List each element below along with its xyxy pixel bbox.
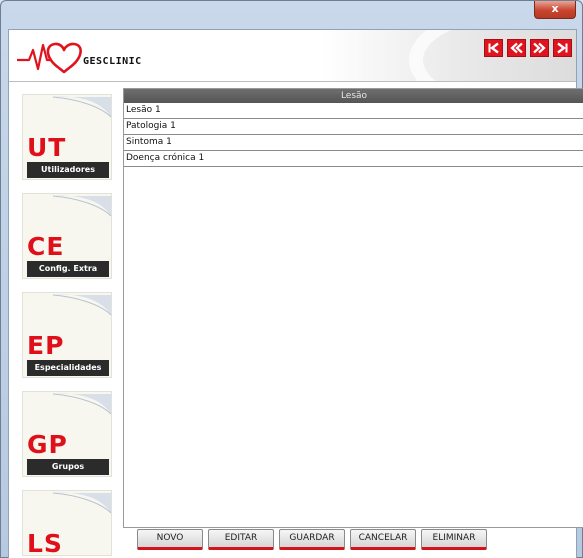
brand-name: GESCLINIC: [83, 56, 142, 67]
grid-row[interactable]: Sintoma 1: [124, 135, 583, 151]
record-navigation: [484, 39, 572, 57]
last-record-button[interactable]: [553, 39, 572, 57]
sidebar-item-utilizadores[interactable]: UT Utilizadores: [22, 94, 112, 180]
sidebar-item-label: Config. Extra: [27, 261, 109, 277]
sidebar-item-label: Grupos: [27, 459, 109, 475]
app-header: GESCLINIC: [9, 30, 576, 82]
action-bar: NOVO EDITAR GUARDAR CANCELAR ELIMINAR: [137, 529, 487, 550]
next-record-button[interactable]: [530, 39, 549, 57]
sidebar-item-code: GP: [27, 430, 68, 459]
heart-logo-icon: [17, 42, 82, 74]
client-area: GESCLINIC UT Utilizadores CE Config. Ext…: [8, 29, 583, 558]
sidebar-item-ls[interactable]: LS: [22, 490, 112, 556]
sidebar-item-label: Utilizadores: [27, 162, 109, 178]
sidebar-item-code: LS: [27, 529, 63, 556]
cancelar-button[interactable]: CANCELAR: [350, 529, 416, 550]
sidebar-item-grupos[interactable]: GP Grupos: [22, 391, 112, 477]
sidebar-item-especialidades[interactable]: EP Especialidades: [22, 292, 112, 378]
page-fold-icon: [52, 492, 111, 514]
page-fold-icon: [52, 195, 112, 217]
app-window: x GESCLINIC UT Utilizadores CE Config. E…: [0, 0, 583, 558]
title-bar: x: [1, 1, 582, 29]
editar-button[interactable]: EDITAR: [208, 529, 274, 550]
eliminar-button[interactable]: ELIMINAR: [421, 529, 487, 550]
close-button[interactable]: x: [534, 1, 576, 19]
sidebar-item-code: EP: [27, 331, 65, 360]
novo-button[interactable]: NOVO: [137, 529, 203, 550]
lesion-grid: Lesão Lesão 1 Patologia 1 Sintoma 1 Doen…: [123, 88, 583, 528]
page-fold-icon: [52, 96, 112, 118]
sidebar-item-code: CE: [27, 232, 65, 261]
sidebar-item-config-extra[interactable]: CE Config. Extra: [22, 193, 112, 279]
prev-icon: [510, 42, 523, 54]
previous-record-button[interactable]: [507, 39, 526, 57]
grid-row[interactable]: Patologia 1: [124, 119, 583, 135]
sidebar: UT Utilizadores CE Config. Extra EP Espe…: [13, 88, 117, 556]
grid-row[interactable]: Lesão 1: [124, 103, 583, 119]
guardar-button[interactable]: GUARDAR: [279, 529, 345, 550]
sidebar-item-label: Especialidades: [27, 360, 109, 376]
next-icon: [533, 42, 546, 54]
sidebar-item-code: UT: [27, 133, 67, 162]
grid-row[interactable]: Doença crónica 1: [124, 151, 583, 167]
last-icon: [557, 42, 568, 54]
first-icon: [488, 42, 499, 54]
page-fold-icon: [52, 393, 112, 415]
first-record-button[interactable]: [484, 39, 503, 57]
page-fold-icon: [52, 294, 112, 316]
grid-column-header[interactable]: Lesão: [124, 89, 583, 103]
